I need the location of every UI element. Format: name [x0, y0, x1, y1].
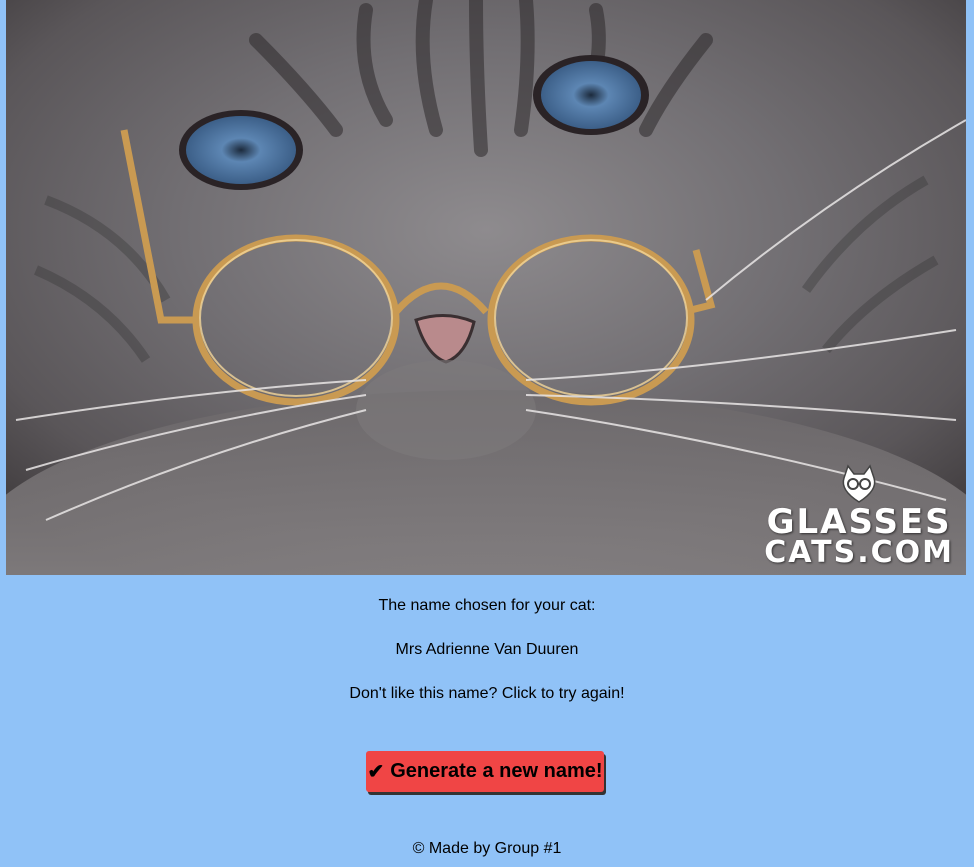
watermark-line2: CATS.COM — [764, 534, 954, 570]
cat-name: Mrs Adrienne Van Duuren — [395, 641, 579, 658]
cat-logo-icon — [842, 464, 876, 504]
watermark: GLASSES CATS.COM — [764, 464, 954, 567]
check-icon: ✔ — [367, 760, 385, 783]
generate-button-label: Generate a new name! — [390, 760, 603, 782]
hero-cat-image: GLASSES CATS.COM — [6, 0, 966, 575]
intro-text: The name chosen for your cat: — [378, 597, 596, 614]
retry-prompt: Don't like this name? Click to try again… — [349, 685, 625, 702]
watermark-line1: GLASSES — [766, 502, 952, 543]
footer-credit: © Made by Group #1 — [412, 840, 562, 857]
generate-name-button[interactable]: ✔ Generate a new name! — [366, 751, 604, 792]
